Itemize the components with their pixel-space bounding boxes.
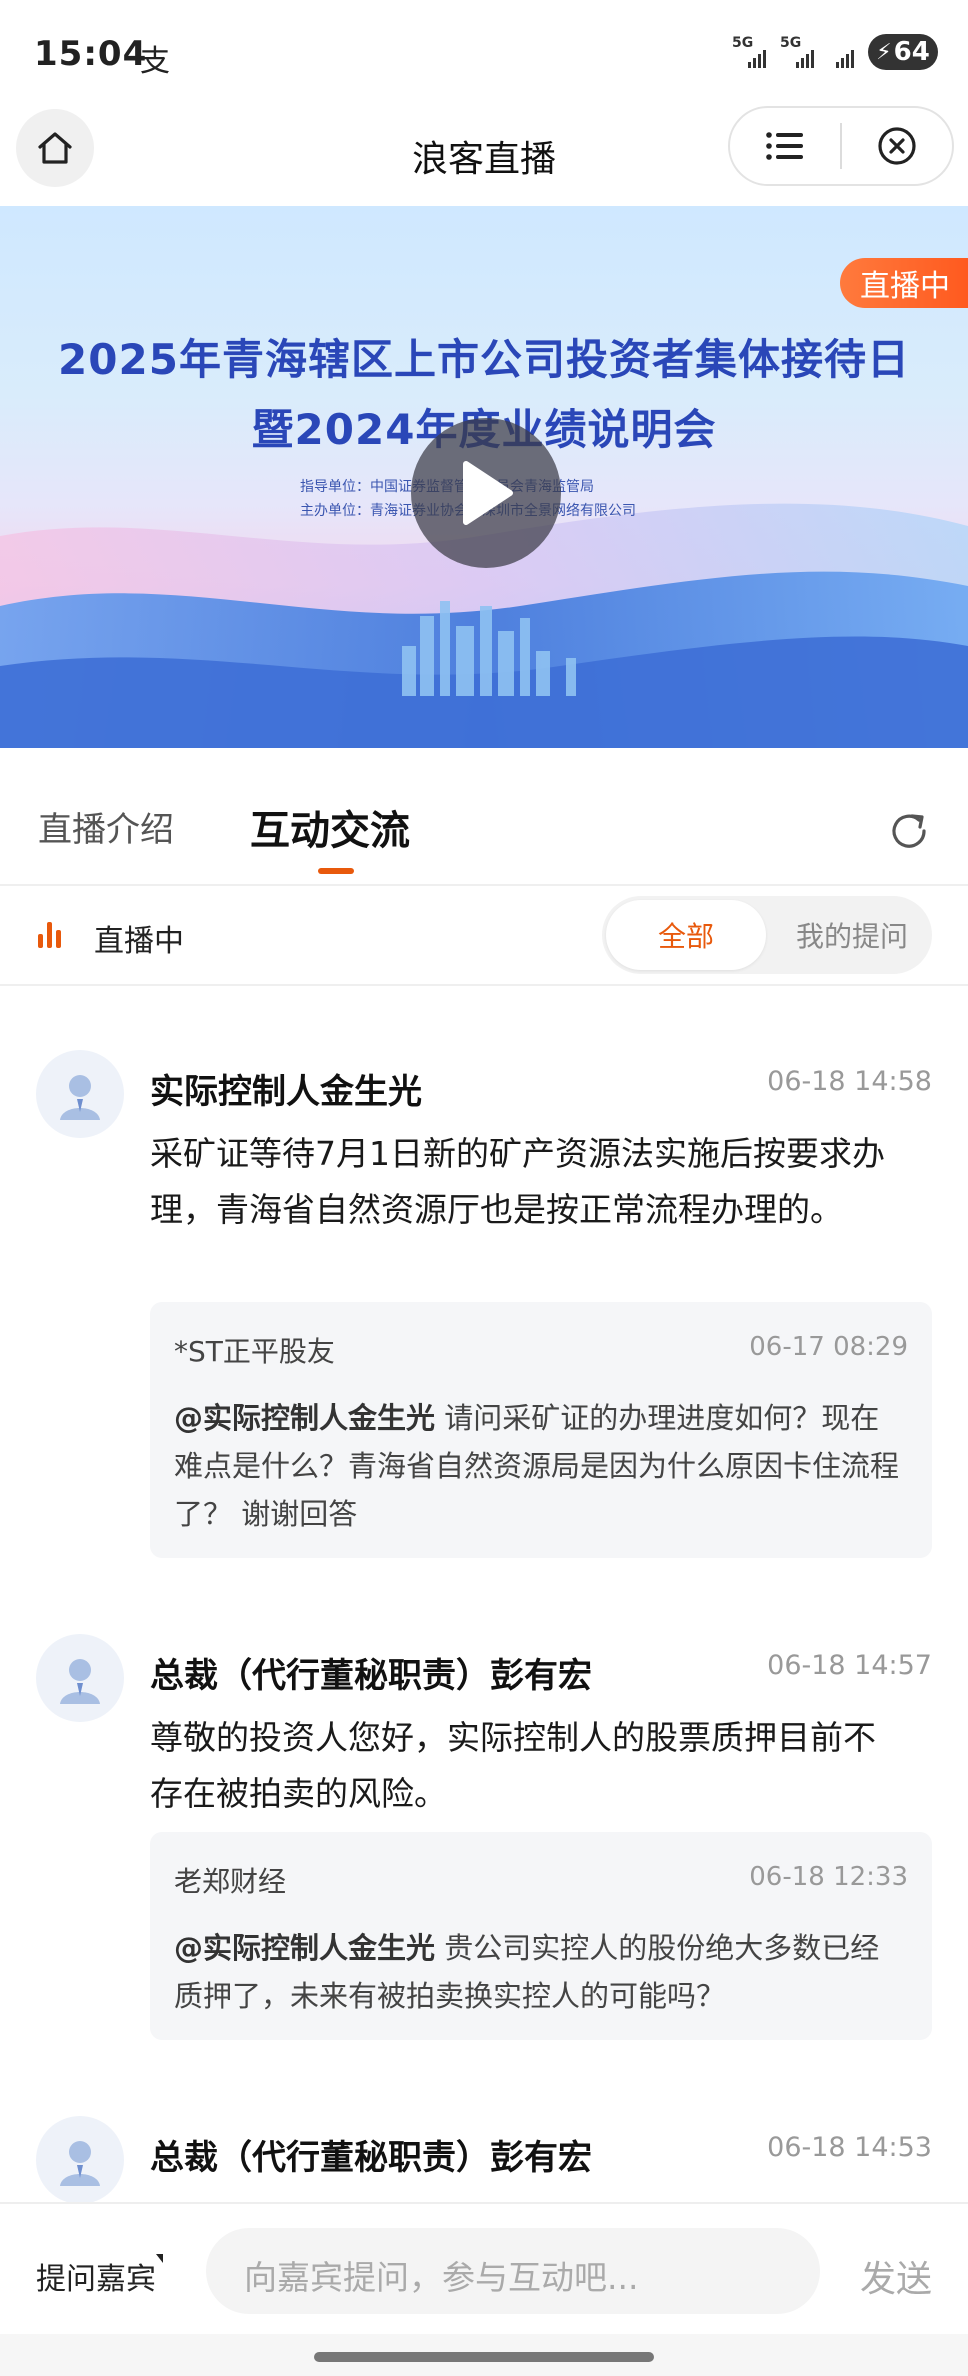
- play-icon: [463, 461, 513, 525]
- battery-indicator: ⚡ 64: [868, 34, 938, 70]
- asker-name: *ST正平股友: [174, 1335, 335, 1368]
- home-indicator[interactable]: [314, 2352, 654, 2362]
- mention[interactable]: @实际控制人金生光: [174, 1401, 435, 1435]
- list-menu-icon: [766, 132, 803, 160]
- question-time: 06-18 12:33: [749, 1862, 908, 1892]
- signal-5g-icon: 5G: [732, 34, 766, 70]
- question-text: @实际控制人金生光 请问采矿证的办理进度如何？现在难点是什么？青海省自然资源局是…: [174, 1401, 900, 1531]
- select-guest-button[interactable]: 提问嘉宾: [36, 2254, 156, 2298]
- close-button[interactable]: [842, 108, 952, 184]
- status-time: 15:04: [34, 34, 148, 74]
- send-button[interactable]: 发送: [860, 2250, 932, 2302]
- answer-time: 06-18 14:53: [767, 2132, 932, 2163]
- dropdown-corner-icon: [156, 2254, 163, 2263]
- status-bar: 15:04 支 5G 5G ⚡ 64: [0, 0, 968, 104]
- question-input-bar: 提问嘉宾 向嘉宾提问，参与互动吧... 发送: [0, 2202, 968, 2334]
- user-avatar-icon: [60, 1659, 100, 1704]
- answerer-name: 实际控制人金生光: [150, 1072, 422, 1112]
- refresh-icon[interactable]: [886, 808, 932, 854]
- live-status-badge: 直播中: [840, 258, 968, 308]
- avatar: [36, 2116, 124, 2204]
- filter-all-button[interactable]: 全部: [606, 900, 766, 970]
- content-tabs: 直播介绍 互动交流: [0, 748, 968, 886]
- tab-interaction[interactable]: 互动交流: [250, 798, 410, 856]
- charging-icon: ⚡: [876, 39, 892, 65]
- play-button[interactable]: [411, 418, 561, 568]
- gesture-bar-area: [0, 2334, 968, 2376]
- signal-5g-data-icon: 5G: [780, 34, 814, 70]
- question-input[interactable]: 向嘉宾提问，参与互动吧...: [206, 2228, 820, 2314]
- answer-time: 06-18 14:58: [767, 1066, 932, 1097]
- signal-bars-icon: [828, 34, 854, 70]
- banner-title-line1: 2025年青海辖区上市公司投资者集体接待日: [58, 335, 910, 384]
- tab-live-intro[interactable]: 直播介绍: [38, 802, 174, 851]
- answerer-name: 总裁（代行董秘职责）彭有宏: [150, 2138, 592, 2178]
- live-bars-icon: [38, 920, 61, 948]
- alipay-icon: 支: [140, 44, 170, 79]
- quoted-question: *ST正平股友 06-17 08:29 @实际控制人金生光 请问采矿证的办理进度…: [150, 1302, 932, 1558]
- mention[interactable]: @实际控制人金生光: [174, 1931, 435, 1965]
- answer-text: 尊敬的投资人您好，实际控制人的股票质押目前不存在被拍卖的风险。: [150, 1718, 876, 1813]
- battery-level: 64: [893, 37, 930, 67]
- user-avatar-icon: [60, 1075, 100, 1120]
- nav-bar: 浪客直播: [0, 104, 968, 204]
- quoted-question: 老郑财经 06-18 12:33 @实际控制人金生光 贵公司实控人的股份绝大多数…: [150, 1832, 932, 2040]
- answer-text: 采矿证等待7月1日新的矿产资源法实施后按要求办理，青海省自然资源厅也是按正常流程…: [150, 1134, 885, 1229]
- user-avatar-icon: [60, 2141, 100, 2186]
- question-input-placeholder: 向嘉宾提问，参与互动吧...: [244, 2258, 639, 2297]
- mini-program-capsule: [728, 106, 954, 186]
- answerer-name: 总裁（代行董秘职责）彭有宏: [150, 1656, 592, 1696]
- avatar: [36, 1050, 124, 1138]
- status-icons: 5G 5G ⚡ 64: [732, 34, 938, 70]
- avatar: [36, 1634, 124, 1722]
- question-text: @实际控制人金生光 贵公司实控人的股份绝大多数已经质押了，未来有被拍卖换实控人的…: [174, 1931, 880, 2013]
- question-filter-toggle: 全部 我的提问: [602, 896, 932, 974]
- close-circle-icon: [878, 127, 916, 165]
- active-tab-indicator: [318, 868, 354, 874]
- filter-row: 直播中 全部 我的提问: [0, 886, 968, 986]
- asker-name: 老郑财经: [174, 1865, 287, 1898]
- answer-time: 06-18 14:57: [767, 1650, 932, 1681]
- filter-my-questions-button[interactable]: 我的提问: [772, 900, 932, 970]
- more-menu-button[interactable]: [730, 108, 840, 184]
- question-time: 06-17 08:29: [749, 1332, 908, 1362]
- live-status-label: 直播中: [94, 924, 184, 959]
- live-video-banner[interactable]: 2025年青海辖区上市公司投资者集体接待日 暨2024年度业绩说明会 指导单位：…: [0, 206, 968, 748]
